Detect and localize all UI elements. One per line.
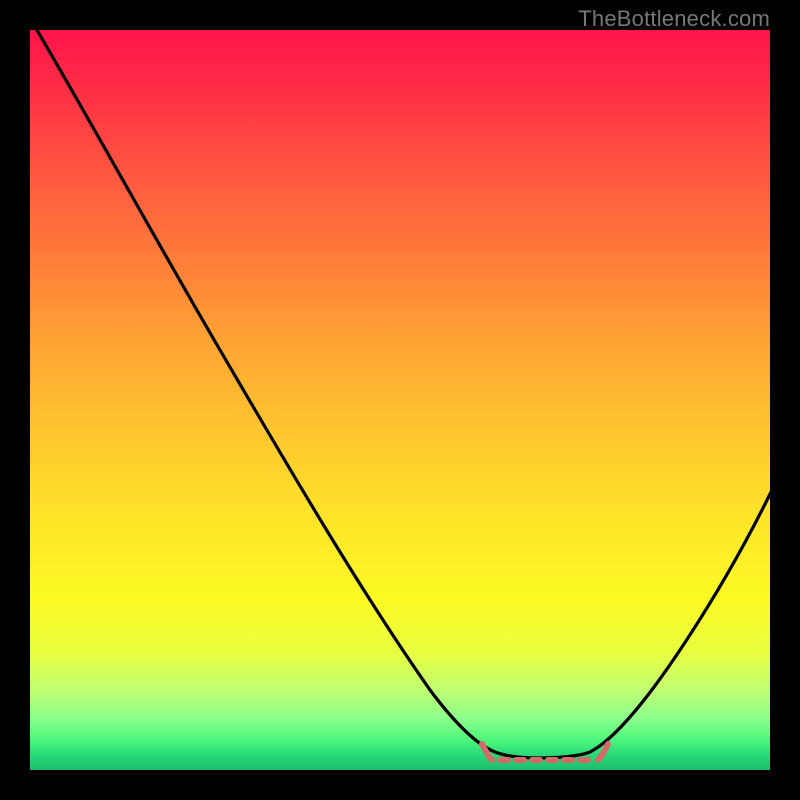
attribution-watermark: TheBottleneck.com [578,6,770,32]
bottleneck-curve-main-stroke [34,25,772,758]
bottleneck-curve [30,30,770,770]
chart-frame: TheBottleneck.com [0,0,800,800]
